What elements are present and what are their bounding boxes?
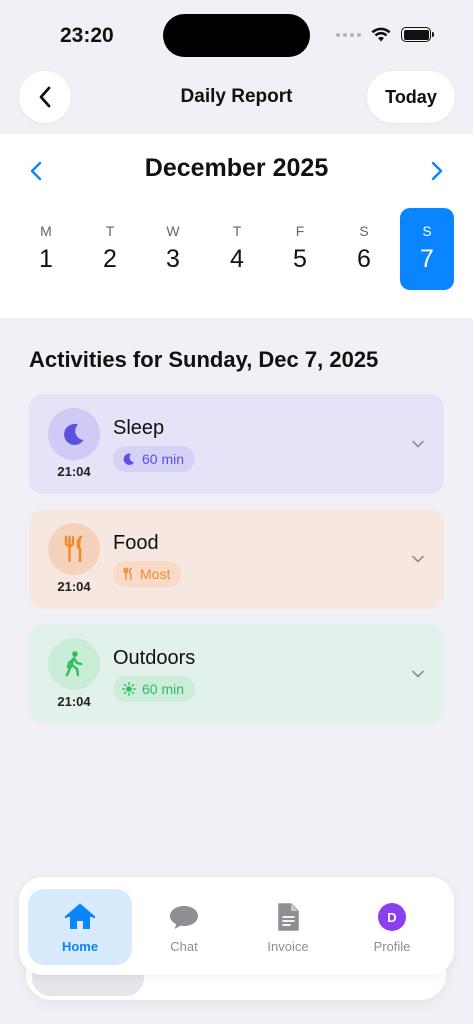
chat-bubble-icon xyxy=(170,906,198,929)
activities-heading: Activities for Sunday, Dec 7, 2025 xyxy=(29,347,379,372)
activity-badge: 60 min xyxy=(113,446,196,472)
activity-icon-circle xyxy=(48,523,100,575)
battery-icon xyxy=(401,27,434,42)
day-number: 7 xyxy=(420,245,434,273)
activity-time: 21:04 xyxy=(57,579,91,594)
tab-home[interactable]: Home xyxy=(28,889,132,965)
day-cell[interactable]: S 6 xyxy=(337,208,391,290)
day-cell[interactable]: T 2 xyxy=(83,208,137,290)
moon-icon xyxy=(64,423,84,445)
day-name: M xyxy=(40,223,52,239)
day-cell-selected[interactable]: S 7 xyxy=(400,208,454,290)
day-cell[interactable]: F 5 xyxy=(273,208,327,290)
day-number: 1 xyxy=(39,245,53,273)
activity-title: Outdoors xyxy=(113,647,196,669)
tab-label: Invoice xyxy=(267,939,309,954)
badge-label: 60 min xyxy=(142,451,185,467)
activity-card-sleep[interactable]: 21:04 Sleep 60 min xyxy=(29,394,444,494)
day-name: W xyxy=(166,223,180,239)
day-number: 5 xyxy=(293,245,307,273)
activity-icon-circle xyxy=(48,638,100,690)
day-name: T xyxy=(232,223,242,239)
day-number: 3 xyxy=(166,245,180,273)
avatar: D xyxy=(378,903,406,931)
activity-badge: 60 min xyxy=(113,676,196,702)
status-time: 23:20 xyxy=(60,24,114,47)
chevron-down-icon[interactable] xyxy=(410,436,426,452)
activity-time: 21:04 xyxy=(57,464,91,479)
day-number: 6 xyxy=(357,245,371,273)
document-icon xyxy=(278,903,299,931)
walking-icon xyxy=(65,651,83,677)
tab-label: Chat xyxy=(170,939,198,954)
house-icon xyxy=(64,903,96,929)
day-name: F xyxy=(295,223,305,239)
wifi-icon xyxy=(371,27,391,42)
activity-card-outdoors[interactable]: 21:04 Outdoors 60 min xyxy=(29,624,444,724)
day-name: S xyxy=(359,223,369,239)
today-button[interactable]: Today xyxy=(367,71,455,123)
day-cell[interactable]: M 1 xyxy=(19,208,73,290)
activity-title: Sleep xyxy=(113,417,165,439)
activity-time: 21:04 xyxy=(57,694,91,709)
activity-card-food[interactable]: 21:04 Food Most xyxy=(29,509,444,609)
moon-icon xyxy=(123,453,135,465)
tab-bar: Home Chat Invoice D Profile xyxy=(19,877,454,975)
month-label: December 2025 xyxy=(144,154,329,182)
chevron-down-icon[interactable] xyxy=(410,666,426,682)
tab-profile[interactable]: D Profile xyxy=(340,889,444,965)
day-name: S xyxy=(422,223,432,239)
tab-label: Profile xyxy=(373,939,411,954)
sun-icon xyxy=(122,682,136,696)
signal-icon xyxy=(336,32,361,37)
week-strip: M 1 T 2 W 3 T 4 F 5 S 6 S 7 xyxy=(14,208,459,290)
calendar-header: December 2025 xyxy=(0,154,473,186)
chevron-down-icon[interactable] xyxy=(410,551,426,567)
day-number: 4 xyxy=(230,245,244,273)
day-number: 2 xyxy=(103,245,117,273)
activity-badge: Most xyxy=(113,561,182,587)
tab-chat[interactable]: Chat xyxy=(132,889,236,965)
chevron-right-icon xyxy=(431,161,443,181)
day-name: T xyxy=(105,223,115,239)
status-icons xyxy=(336,27,434,42)
day-cell[interactable]: T 4 xyxy=(210,208,264,290)
next-week-button[interactable] xyxy=(427,158,447,184)
status-bar: 23:20 xyxy=(0,0,473,70)
dynamic-island xyxy=(163,14,310,57)
fork-knife-icon xyxy=(123,567,132,581)
day-cell[interactable]: W 3 xyxy=(146,208,200,290)
activity-title: Food xyxy=(113,532,159,554)
calendar: December 2025 M 1 T 2 W 3 T 4 F 5 S 6 S … xyxy=(0,134,473,318)
badge-label: 60 min xyxy=(142,681,185,697)
nav-bar: Daily Report Today xyxy=(0,70,473,126)
fork-knife-icon xyxy=(64,535,83,563)
activity-icon-circle xyxy=(48,408,100,460)
tab-label: Home xyxy=(61,939,99,954)
badge-label: Most xyxy=(140,566,171,582)
tab-invoice[interactable]: Invoice xyxy=(236,889,340,965)
